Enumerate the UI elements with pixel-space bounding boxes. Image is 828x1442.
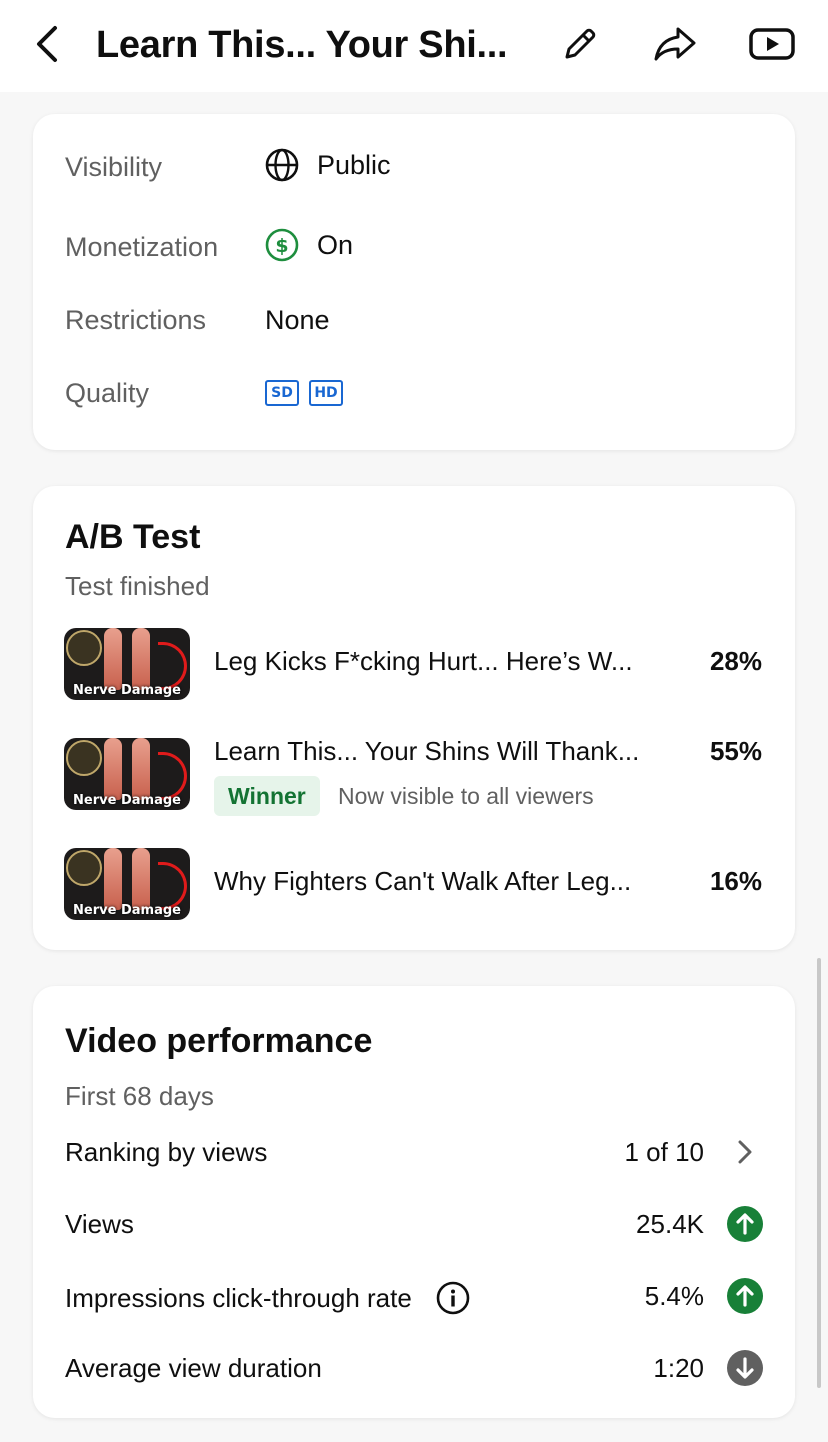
ranking-label: Ranking by views	[65, 1137, 268, 1167]
quality-label: Quality	[65, 378, 150, 408]
ctr-label-group: Impressions click-through rate	[65, 1281, 470, 1315]
video-details-card: Visibility Public Monetization $ On Rest…	[33, 114, 795, 450]
dollar-circle-icon: $	[265, 228, 299, 262]
variant-title: Leg Kicks F*cking Hurt... Here’s W...	[214, 646, 633, 676]
variant-title: Why Fighters Can't Walk After Leg...	[214, 866, 632, 896]
video-performance-card: Video performance First 68 days Ranking …	[33, 986, 795, 1418]
avg-duration-label: Average view duration	[65, 1353, 322, 1383]
ranking-value: 1 of 10	[624, 1137, 704, 1167]
views-label: Views	[65, 1209, 134, 1239]
visibility-text: Public	[317, 149, 391, 180]
hd-badge: HD	[309, 380, 343, 406]
variant-thumbnail: Nerve Damage	[64, 628, 190, 700]
monetization-text: On	[317, 229, 354, 260]
monetization-label: Monetization	[65, 232, 219, 262]
ab-test-status: Test finished	[65, 571, 210, 601]
performance-period: First 68 days	[65, 1081, 214, 1111]
info-icon[interactable]	[436, 1281, 470, 1315]
arrow-down-circle-icon	[727, 1350, 763, 1386]
pencil-icon[interactable]	[556, 22, 604, 66]
ctr-value: 5.4%	[644, 1281, 704, 1311]
chevron-right-icon[interactable]	[727, 1134, 763, 1170]
thumbnail-caption: Nerve Damage	[73, 683, 181, 698]
share-icon[interactable]	[650, 22, 700, 66]
variant-thumbnail: Nerve Damage	[64, 738, 190, 810]
variant-percent: 16%	[709, 866, 762, 896]
views-value: 25.4K	[636, 1209, 704, 1239]
avg-duration-value: 1:20	[653, 1353, 704, 1383]
monetization-value[interactable]: $ On	[265, 228, 353, 262]
globe-icon	[265, 148, 299, 182]
visibility-label: Visibility	[65, 152, 163, 182]
restrictions-value[interactable]: None	[265, 305, 330, 336]
top-app-bar: Learn This... Your Shi...	[0, 0, 828, 92]
variant-percent: 55%	[709, 736, 762, 766]
restrictions-label: Restrictions	[65, 305, 207, 335]
ab-test-card[interactable]: A/B Test Test finished Nerve Damage Leg …	[33, 486, 795, 950]
svg-text:$: $	[275, 235, 288, 257]
quality-value: SD HD	[265, 380, 353, 406]
variant-title: Learn This... Your Shins Will Thank...	[214, 736, 640, 766]
variant-thumbnail: Nerve Damage	[64, 848, 190, 920]
arrow-up-circle-icon	[727, 1278, 763, 1314]
winner-note: Now visible to all viewers	[338, 783, 594, 809]
page-title: Learn This... Your Shi...	[96, 24, 508, 66]
thumbnail-caption: Nerve Damage	[73, 903, 181, 918]
arrow-up-circle-icon	[727, 1206, 763, 1242]
youtube-icon[interactable]	[746, 22, 798, 66]
ab-test-title: A/B Test	[65, 518, 201, 556]
sd-badge: SD	[265, 380, 299, 406]
visibility-value[interactable]: Public	[265, 148, 391, 182]
winner-badge: Winner	[214, 776, 320, 816]
thumbnail-caption: Nerve Damage	[73, 793, 181, 808]
variant-percent: 28%	[709, 646, 762, 676]
restrictions-text: None	[265, 305, 330, 335]
ctr-label: Impressions click-through rate	[65, 1282, 412, 1313]
scrollbar[interactable]	[817, 958, 821, 1388]
arrow-left-icon[interactable]	[26, 22, 70, 66]
performance-title: Video performance	[65, 1022, 373, 1060]
